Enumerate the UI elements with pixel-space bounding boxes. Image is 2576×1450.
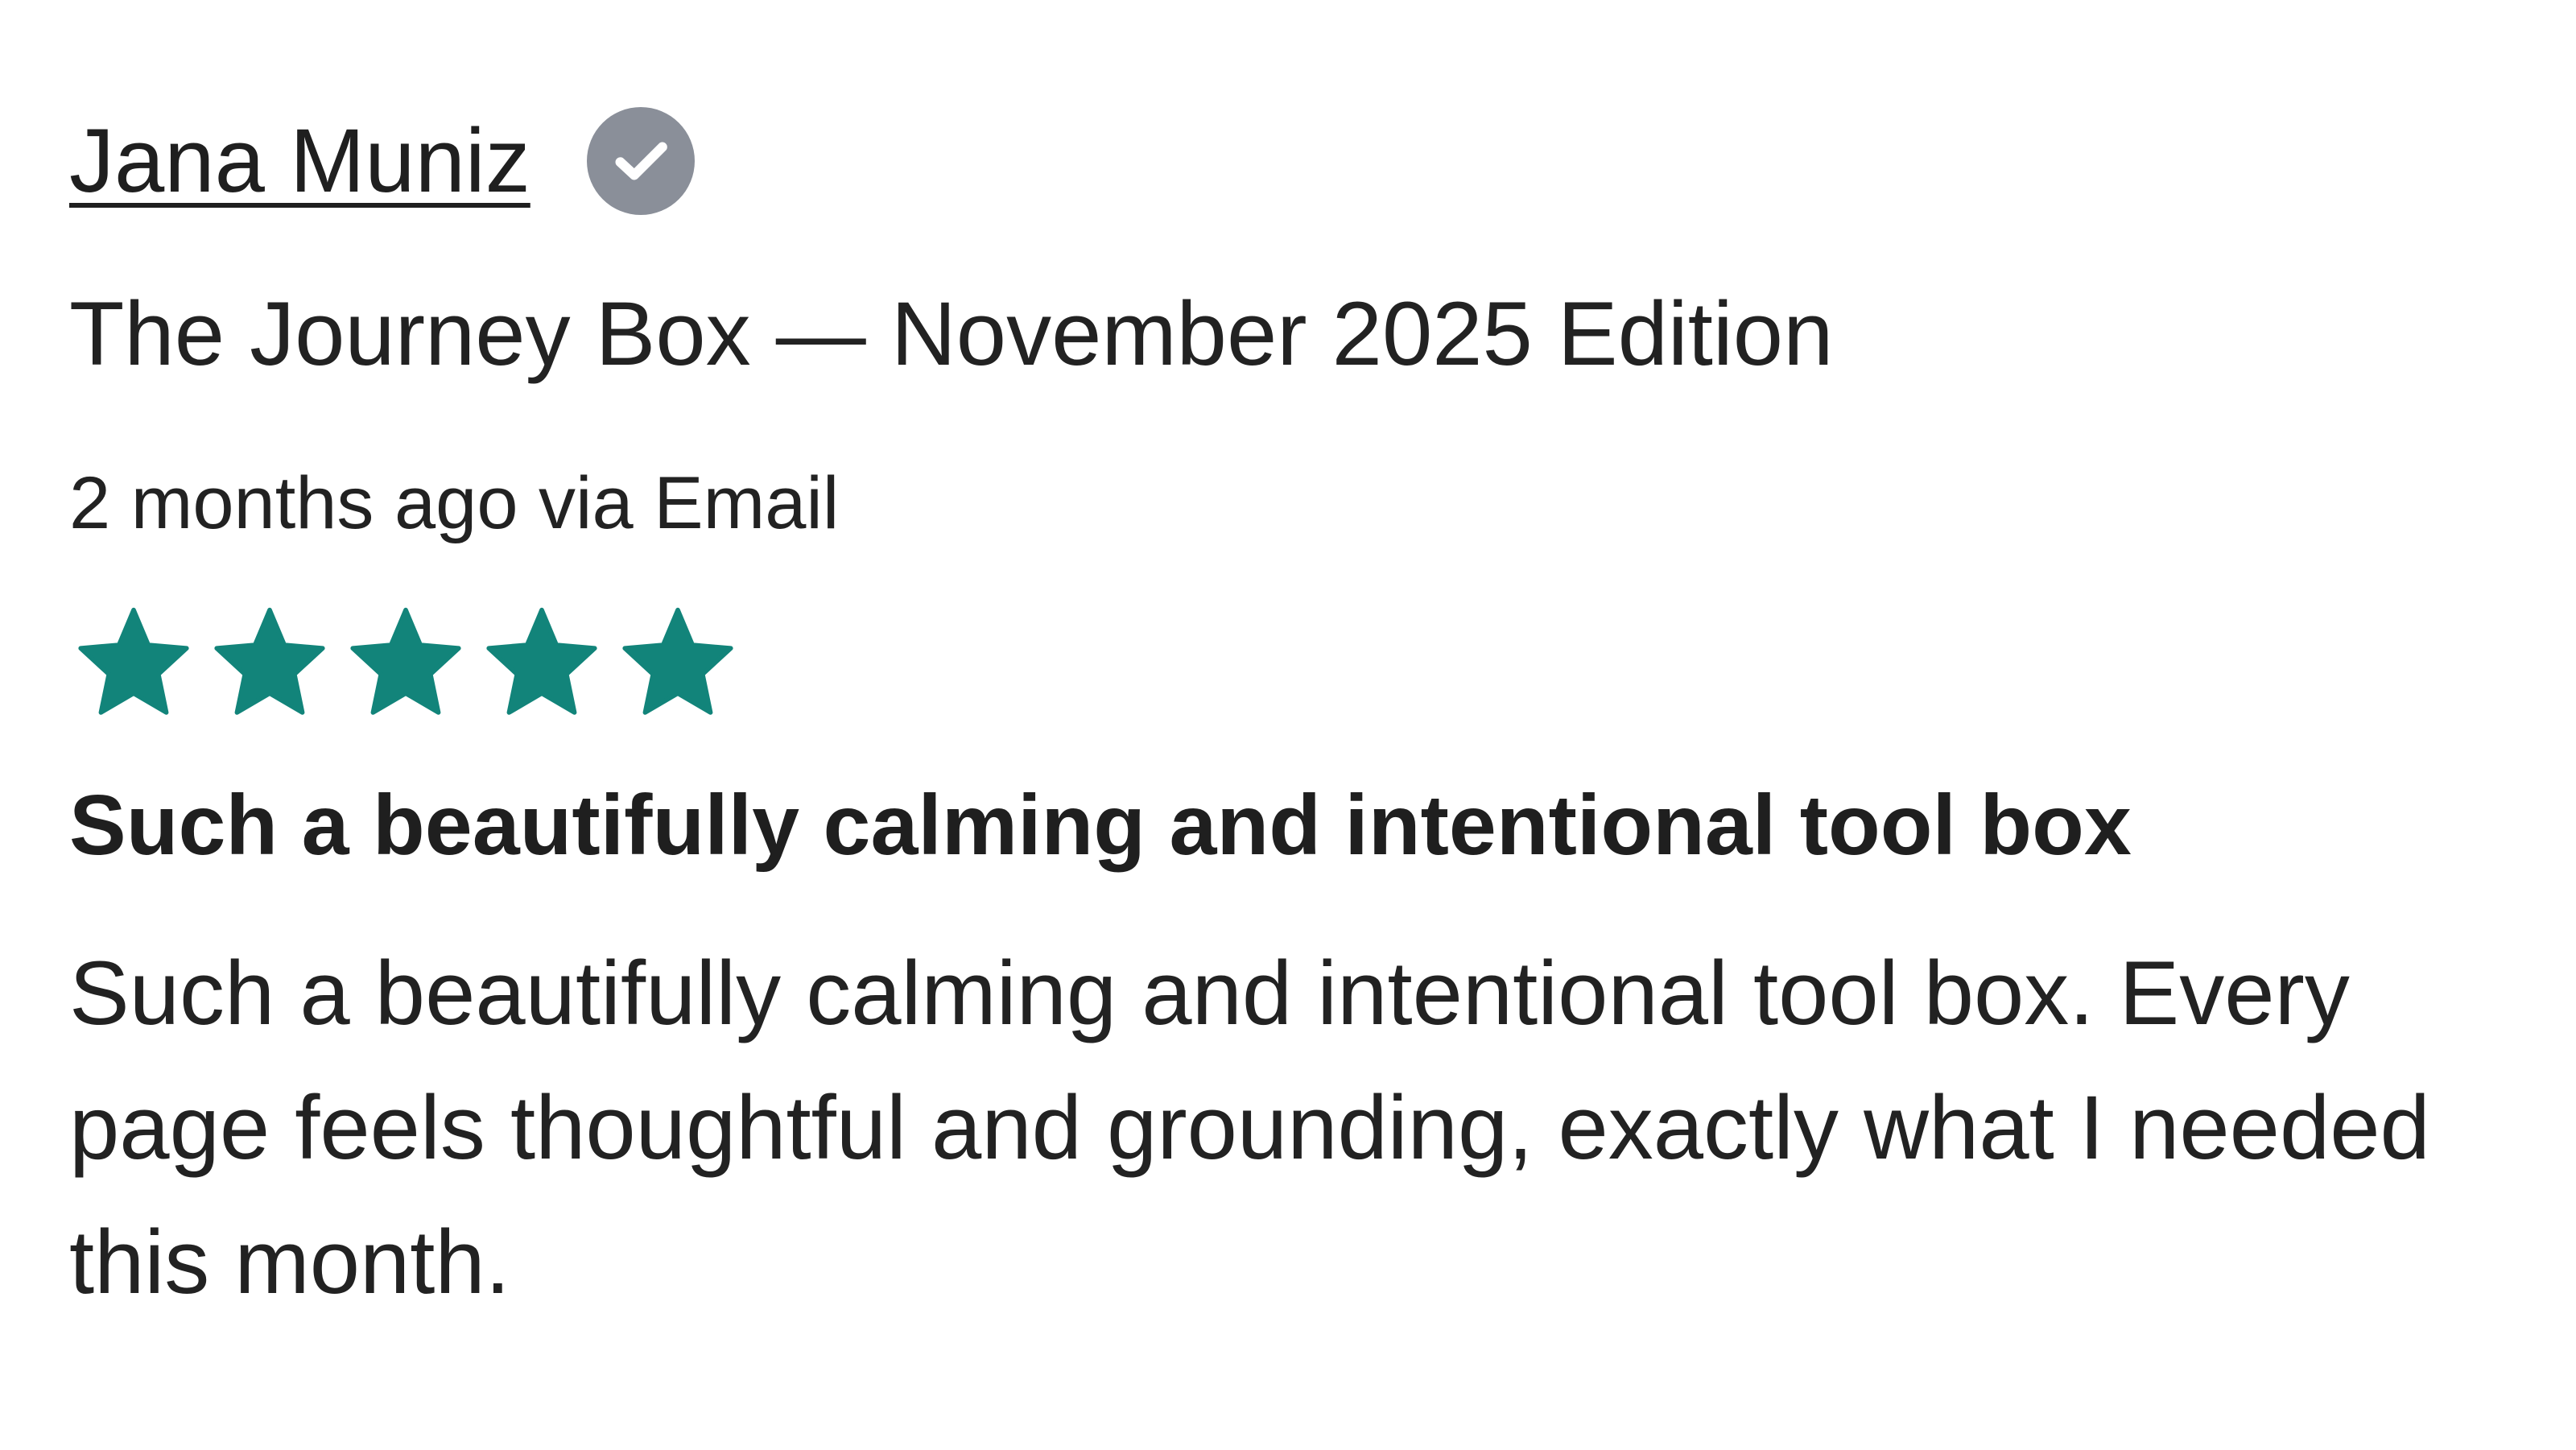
- review-title: Such a beautifully calming and intention…: [69, 778, 2132, 873]
- star-rating: [77, 605, 758, 718]
- star-icon: [214, 607, 325, 715]
- star-icon: [486, 607, 597, 715]
- review-body: Such a beautifully calming and intention…: [69, 943, 2430, 1312]
- product-name: The Journey Box — November 2025 Edition: [69, 283, 1834, 384]
- star-icon: [78, 607, 189, 715]
- review-meta: 2 months ago via Email: [69, 462, 840, 544]
- author-name-link[interactable]: Jana Muniz: [69, 105, 530, 217]
- verified-check-icon: [586, 107, 695, 215]
- star-icon: [622, 607, 733, 715]
- star-icon: [350, 607, 461, 715]
- author-row: Jana Muniz: [69, 105, 695, 217]
